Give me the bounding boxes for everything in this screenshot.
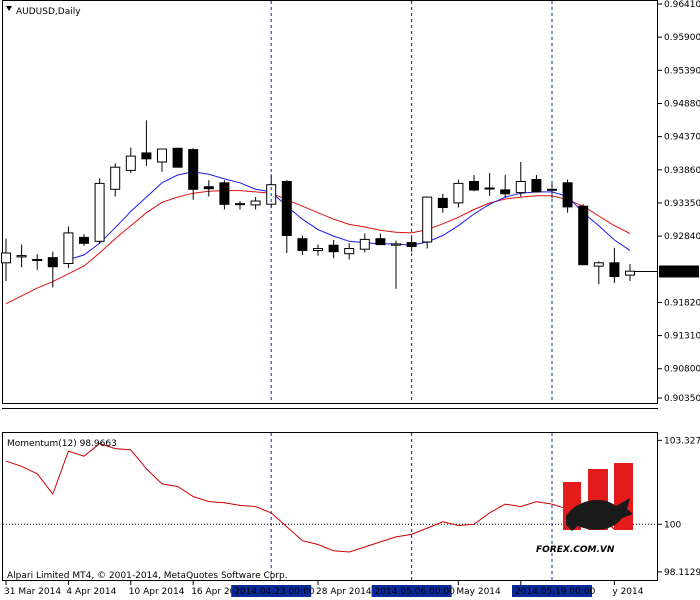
candle-body: [16, 255, 27, 258]
current-price-label: 0.92296: [662, 267, 699, 277]
candle: [172, 147, 183, 168]
candle-body: [313, 248, 323, 251]
time-tick-label: 28 Apr 2014: [316, 587, 372, 597]
candle-body: [125, 155, 136, 171]
candle-body: [110, 166, 121, 190]
candle-body: [359, 238, 370, 250]
price-tick-label: 0.90350: [664, 394, 700, 404]
candle-body: [32, 259, 43, 261]
price-tick-label: 0.96410: [664, 0, 700, 10]
candle: [94, 178, 105, 244]
candle-body: [437, 197, 448, 208]
crosshair-date-label: 2014.04.23 00:00: [234, 587, 315, 597]
candle-body: [157, 148, 167, 163]
copyright-text: Alpari Limited MT4, © 2001-2014, MetaQuo…: [7, 571, 288, 581]
time-tick-label: 4 Apr 2014: [66, 587, 116, 597]
price-tick-label: 0.94370: [664, 133, 700, 143]
candle-body: [281, 181, 292, 236]
candle: [453, 179, 464, 208]
candle-body: [453, 182, 464, 204]
momentum-tick-label: 100: [664, 520, 681, 530]
candle: [422, 196, 433, 249]
symbol-title: AUDUSD,Daily: [16, 7, 81, 17]
price-tick-label: 0.95390: [664, 66, 700, 76]
crosshair-date-label: 2014.05.06 00:00: [375, 587, 456, 597]
candle-body: [531, 179, 542, 193]
price-tick-label: 0.94880: [664, 99, 700, 109]
candle: [63, 226, 74, 268]
logo-text: FOREX.COM.VN: [536, 545, 615, 555]
candle-body: [562, 182, 573, 208]
momentum-title: Momentum(12) 98.9663: [7, 439, 117, 449]
price-tick-label: 0.93350: [664, 199, 700, 209]
candle-body: [79, 236, 89, 244]
candle-body: [47, 257, 58, 268]
candle-body: [328, 244, 339, 253]
momentum-tick-label: 103.3277: [664, 436, 700, 446]
momentum-tick-label: 98.1129: [664, 568, 700, 578]
candle-body: [188, 149, 199, 190]
candle-body: [250, 200, 261, 206]
candle-body: [515, 181, 526, 194]
candle-body: [235, 203, 245, 206]
time-tick-label: y 2014: [612, 587, 643, 597]
price-tick-label: 0.91310: [664, 332, 700, 342]
candle-body: [593, 262, 604, 267]
price-tick-label: 0.92840: [664, 232, 700, 242]
candle-body: [172, 147, 183, 168]
candle-body: [625, 270, 635, 276]
candle-body: [391, 243, 401, 246]
trading-chart[interactable]: 0.96410 0.95900 0.95390 0.94880 0.94370 0.938…: [0, 0, 700, 600]
price-tick-label: 0.95900: [664, 33, 700, 43]
price-tick-label: 0.90800: [664, 365, 700, 375]
candle-body: [297, 238, 308, 251]
candle-body: [469, 181, 479, 191]
time-tick-label: 31 Mar 2014: [4, 587, 61, 597]
candle-body: [578, 205, 589, 266]
crosshair-date-label: 2014.05.19 00:00: [515, 587, 596, 597]
candle-body: [1, 252, 11, 264]
candle-body: [484, 187, 495, 190]
candle-body: [609, 262, 620, 277]
candle-body: [422, 196, 433, 243]
time-tick-label: 10 Apr 2014: [129, 587, 185, 597]
candle-body: [203, 186, 214, 190]
candle-body: [94, 182, 105, 242]
price-tick-label: 0.91820: [664, 298, 700, 308]
time-tick-label: 16 Apr 20: [191, 587, 235, 597]
candle-body: [219, 182, 230, 205]
price-tick-label: 0.93860: [664, 166, 700, 176]
candle-body: [500, 189, 511, 195]
candle-body: [375, 238, 386, 246]
candle-body: [63, 232, 74, 264]
candle-body: [141, 152, 152, 160]
candle-body: [344, 248, 355, 255]
candle: [578, 204, 589, 266]
time-tick-label: May 2014: [456, 587, 501, 597]
